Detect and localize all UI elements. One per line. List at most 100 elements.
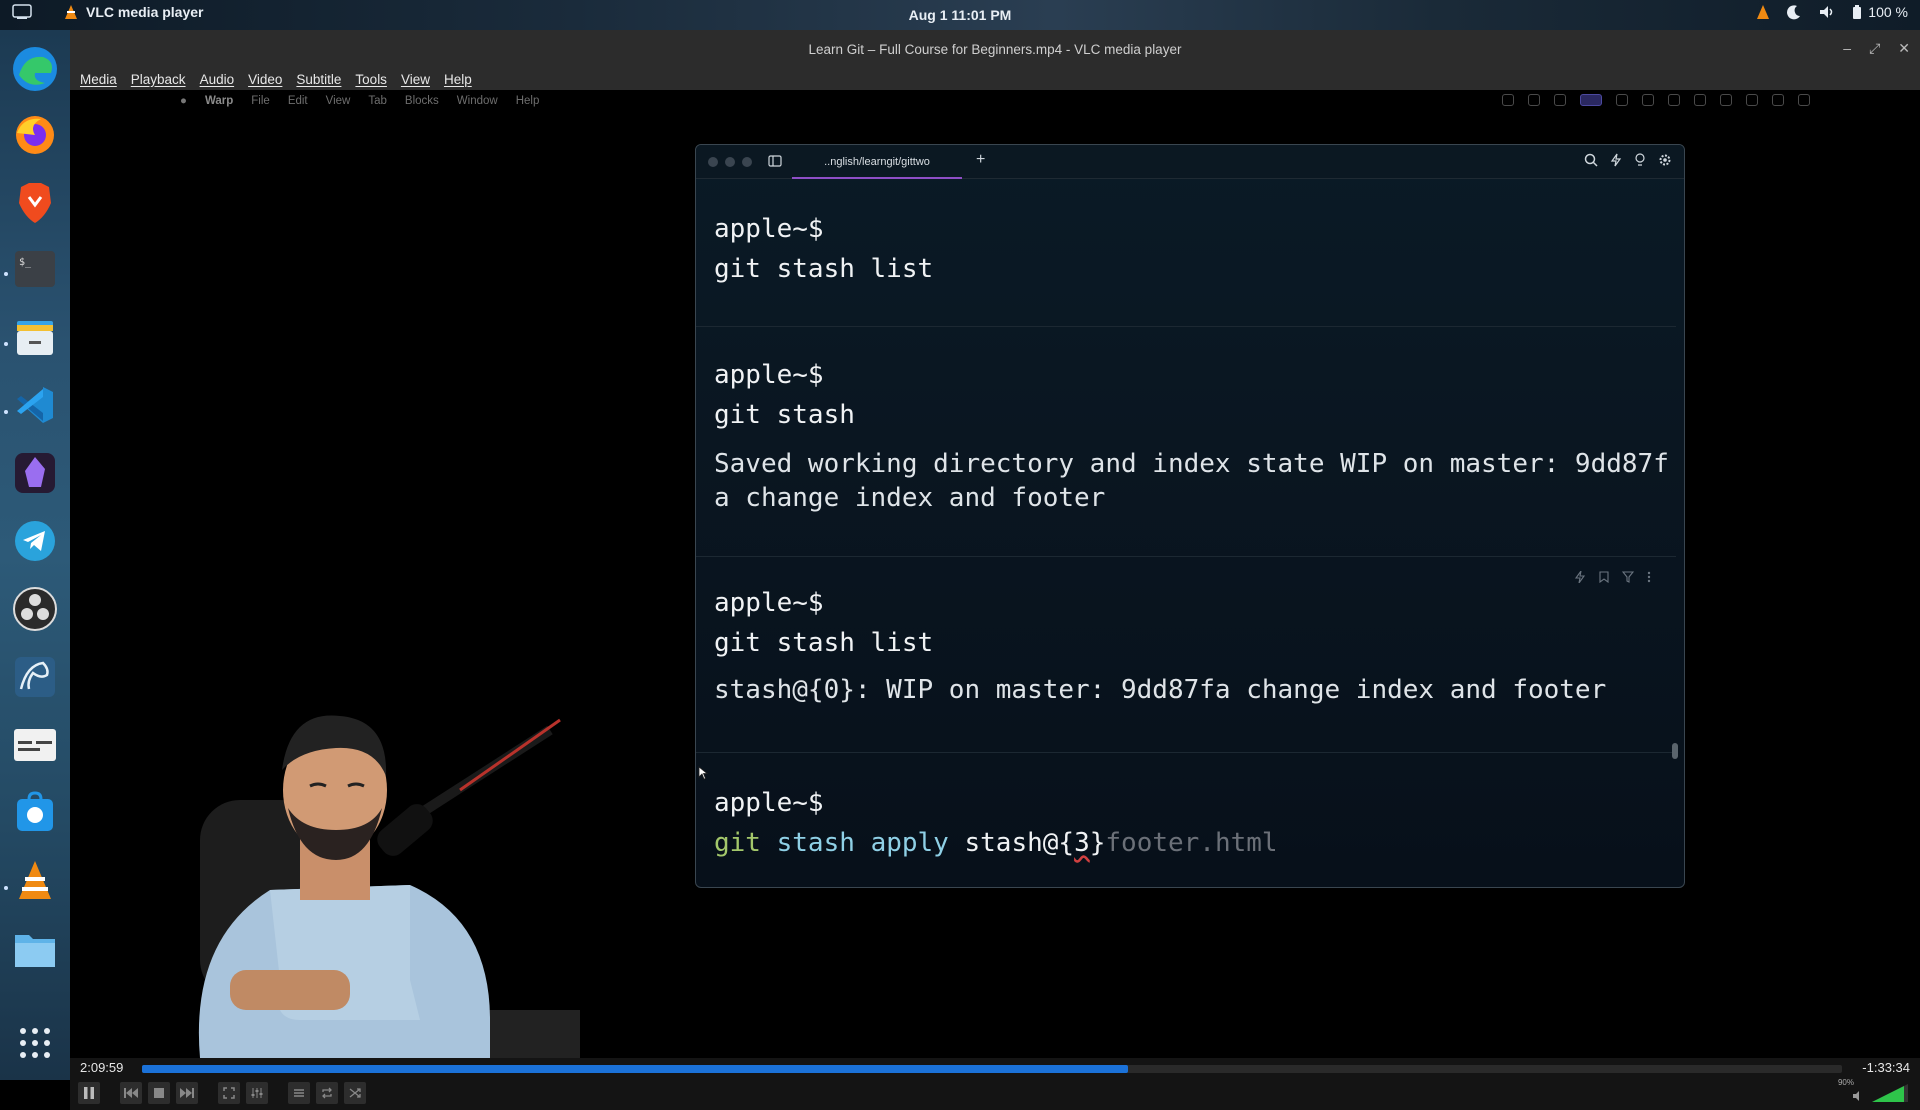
vlc-tray-icon[interactable] xyxy=(1756,4,1770,20)
seek-bar[interactable] xyxy=(142,1065,1842,1073)
previous-button[interactable] xyxy=(120,1082,142,1104)
filter-icon[interactable] xyxy=(1622,571,1634,583)
menu-tools[interactable]: Tools xyxy=(355,72,387,87)
pause-icon xyxy=(84,1087,94,1099)
mac-menu-view: View xyxy=(325,95,351,107)
running-indicator xyxy=(4,886,8,890)
files-icon[interactable] xyxy=(10,312,60,362)
mouse-cursor-icon xyxy=(698,766,708,780)
menu-audio[interactable]: Audio xyxy=(200,72,235,87)
obsidian-icon[interactable] xyxy=(10,448,60,498)
active-app[interactable]: VLC media player xyxy=(64,4,204,20)
cmd-git: git xyxy=(714,828,761,858)
volume-icon[interactable] xyxy=(1818,4,1836,20)
stop-icon xyxy=(154,1088,164,1098)
menu-video[interactable]: Video xyxy=(248,72,282,87)
clock[interactable]: Aug 1 11:01 PM xyxy=(0,7,1920,23)
display-icon xyxy=(1694,94,1706,106)
menu-subtitle[interactable]: Subtitle xyxy=(296,72,341,87)
system-top-bar: VLC media player Aug 1 11:01 PM 100 % xyxy=(0,0,1920,30)
software-center-icon[interactable] xyxy=(10,788,60,838)
camera-icon xyxy=(1616,94,1628,106)
speaker-icon[interactable] xyxy=(1852,1090,1866,1102)
mac-menu-edit: Edit xyxy=(287,95,308,107)
battery-icon[interactable] xyxy=(1852,4,1862,20)
bluetooth-icon xyxy=(1668,94,1680,106)
terminal-block[interactable]: apple~$ git stash Saved working director… xyxy=(696,327,1676,557)
lightbulb-icon xyxy=(1635,153,1645,166)
folder-icon[interactable] xyxy=(10,924,60,974)
cmd-stash: stash xyxy=(776,828,855,858)
subtitles-editor-icon[interactable] xyxy=(10,720,60,770)
video-area[interactable]: ● Warp File Edit View Tab Blocks Window … xyxy=(70,90,1920,1058)
loop-icon xyxy=(322,1087,332,1099)
bookmark-icon[interactable] xyxy=(1598,571,1610,583)
volume-slider[interactable] xyxy=(1872,1084,1908,1102)
time-remaining[interactable]: -1:33:34 xyxy=(1862,1060,1910,1075)
shuffle-button[interactable] xyxy=(344,1082,366,1104)
terminal-block[interactable]: apple~$ git stash list xyxy=(696,181,1676,327)
playlist-button[interactable] xyxy=(288,1082,310,1104)
running-indicator xyxy=(4,410,8,414)
block-command: git stash xyxy=(714,400,855,430)
running-indicator xyxy=(4,272,8,276)
fullscreen-button[interactable] xyxy=(218,1082,240,1104)
previous-icon xyxy=(124,1088,138,1098)
terminal-block-hovered[interactable]: apple~$ git stash list stash@{0}: WIP on… xyxy=(696,557,1676,753)
mac-menu-app: Warp xyxy=(204,95,234,107)
input-command[interactable]: git stash apply stash@{3}footer.html xyxy=(714,823,1278,863)
warp-terminal: ..nglish/learngit/gittwo + apple~$ git s… xyxy=(695,144,1685,888)
mac-menu-file: File xyxy=(251,95,270,107)
cmd-arg-post: } xyxy=(1089,828,1106,858)
apple-icon: ● xyxy=(180,95,187,107)
menu-view[interactable]: View xyxy=(401,72,430,87)
minimize-icon[interactable]: – xyxy=(1843,40,1851,57)
input-prompt: apple~$ xyxy=(714,788,824,818)
close-icon[interactable]: ✕ xyxy=(1898,40,1910,57)
bolt-icon[interactable] xyxy=(1574,571,1586,583)
edge-browser-icon[interactable] xyxy=(10,44,60,94)
close-light-icon xyxy=(708,157,718,167)
warp-header-icons xyxy=(1584,153,1672,167)
extended-settings-button[interactable] xyxy=(246,1082,268,1104)
menu-help[interactable]: Help xyxy=(444,72,472,87)
cmd-arg-num: 3 xyxy=(1074,828,1090,858)
warp-tab-bar: ..nglish/learngit/gittwo + xyxy=(696,145,1684,179)
stop-button[interactable] xyxy=(148,1082,170,1104)
menu-media[interactable]: Media xyxy=(80,72,117,87)
pause-button[interactable] xyxy=(78,1082,100,1104)
next-button[interactable] xyxy=(176,1082,198,1104)
firefox-icon[interactable] xyxy=(10,110,60,160)
active-app-name: VLC media player xyxy=(86,4,204,20)
vlc-title-bar[interactable]: Learn Git – Full Course for Beginners.mp… xyxy=(70,30,1920,68)
mysql-workbench-icon[interactable] xyxy=(10,652,60,702)
autosuggestion: footer.html xyxy=(1105,828,1278,858)
telegram-icon[interactable] xyxy=(10,516,60,566)
cmd-apply: apply xyxy=(870,828,949,858)
terminal-icon[interactable]: $_ xyxy=(10,244,60,294)
cmd-arg-pre: stash@{ xyxy=(964,828,1075,858)
app-grid-icon[interactable] xyxy=(10,1018,60,1068)
playlist-icon xyxy=(294,1089,304,1097)
workspace-icon[interactable] xyxy=(12,4,32,20)
vscode-icon[interactable] xyxy=(10,380,60,430)
shuffle-icon xyxy=(349,1088,361,1098)
loop-button[interactable] xyxy=(316,1082,338,1104)
more-icon[interactable] xyxy=(1646,571,1652,583)
menu-playback[interactable]: Playback xyxy=(131,72,186,87)
vlc-dock-icon[interactable] xyxy=(10,856,60,906)
block-command: git stash list xyxy=(714,628,934,658)
control-center-icon xyxy=(1746,94,1758,106)
status-icon xyxy=(1554,94,1566,106)
restore-icon[interactable]: ⤢ xyxy=(1869,40,1880,57)
night-mode-icon[interactable] xyxy=(1786,4,1802,20)
mac-status-icons xyxy=(1502,94,1810,106)
brave-icon[interactable] xyxy=(10,178,60,228)
block-output-line: Saved working directory and index state … xyxy=(714,449,1669,479)
block-command: git stash list xyxy=(714,254,934,284)
mac-menu-bar: ● Warp File Edit View Tab Blocks Window … xyxy=(70,90,1920,112)
time-elapsed[interactable]: 2:09:59 xyxy=(80,1060,123,1075)
obs-icon[interactable] xyxy=(10,584,60,634)
volume-control[interactable]: 90% xyxy=(1838,1078,1908,1102)
terminal-input[interactable]: apple~$ git stash apply stash@{3}footer.… xyxy=(696,753,1676,887)
